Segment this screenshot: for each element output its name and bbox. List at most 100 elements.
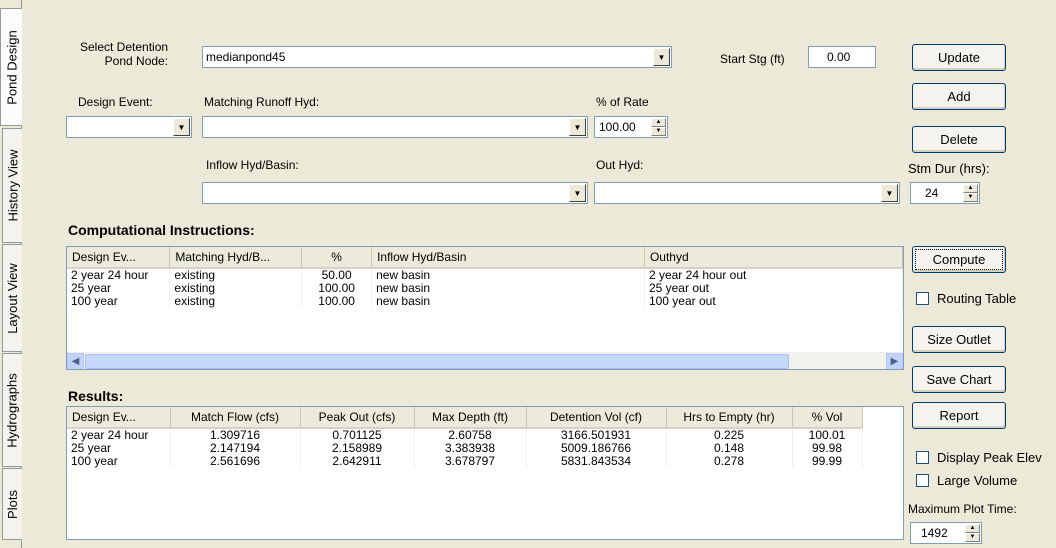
- column-header[interactable]: Inflow Hyd/Basin: [371, 247, 645, 269]
- report-button[interactable]: Report: [912, 402, 1006, 429]
- tab-hydrographs[interactable]: Hydrographs: [2, 353, 22, 467]
- cell: 5831.843534: [526, 455, 667, 468]
- display-peak-checkbox[interactable]: Display Peak Elev: [916, 450, 1042, 465]
- cell: existing: [169, 268, 303, 282]
- large-volume-checkbox[interactable]: Large Volume: [916, 473, 1017, 488]
- checkbox-box[interactable]: [916, 451, 929, 464]
- start-stg-value: 0.00: [827, 50, 851, 64]
- cell: 3166.501931: [526, 428, 667, 442]
- add-button[interactable]: Add: [912, 83, 1006, 110]
- rate-stepper[interactable]: 100.00 ▲ ▼: [594, 116, 668, 138]
- tab-label: Pond Design: [4, 29, 20, 105]
- scroll-left-icon[interactable]: ◀: [67, 353, 84, 369]
- column-header[interactable]: Detention Vol (cf): [526, 407, 667, 429]
- column-header[interactable]: Peak Out (cfs): [300, 407, 415, 429]
- chevron-down-icon[interactable]: ▼: [569, 184, 586, 202]
- cell: 100 year out: [644, 295, 903, 308]
- table-row[interactable]: 100 year 2.561696 2.642911 3.678797 5831.843…: [67, 455, 863, 468]
- tab-plots[interactable]: Plots: [2, 468, 22, 540]
- update-button[interactable]: Update: [912, 44, 1006, 71]
- pond-design-panel: Select Detention Pond Node: medianpond45…: [22, 0, 1056, 548]
- cell: 99.99: [792, 455, 863, 468]
- checkbox-label: Routing Table: [937, 291, 1017, 306]
- cell: 2.60758: [414, 428, 527, 442]
- chevron-down-icon[interactable]: ▼: [173, 118, 190, 136]
- updown-icon[interactable]: ▲ ▼: [963, 184, 978, 202]
- cell: 2 year 24 hour: [67, 428, 171, 442]
- results-title: Results:: [68, 388, 124, 404]
- cell: 1.309716: [170, 428, 301, 442]
- start-stg-input[interactable]: 0.00: [808, 46, 876, 68]
- table-row[interactable]: 2 year 24 hour 1.309716 0.701125 2.60758 316…: [67, 428, 863, 442]
- cell: 100.00: [301, 295, 373, 308]
- matching-runoff-select[interactable]: ▼: [202, 116, 588, 138]
- stm-dur-stepper[interactable]: 24 ▲ ▼: [910, 182, 980, 204]
- rate-label: % of Rate: [596, 95, 649, 109]
- select-pond-label: Select Detention Pond Node:: [80, 40, 168, 68]
- inflow-select[interactable]: ▼: [202, 182, 588, 204]
- tab-label: Hydrographs: [5, 372, 20, 448]
- cell: 0.225: [666, 428, 793, 442]
- max-plot-label: Maximum Plot Time:: [908, 502, 1017, 516]
- design-event-select[interactable]: ▼: [66, 116, 192, 138]
- column-header[interactable]: % Vol: [792, 407, 863, 429]
- column-header[interactable]: Outhyd: [644, 247, 903, 269]
- cell: 0.701125: [300, 428, 415, 442]
- updown-icon[interactable]: ▲ ▼: [651, 118, 666, 136]
- column-header[interactable]: Design Ev...: [67, 247, 171, 269]
- instructions-title: Computational Instructions:: [68, 222, 255, 238]
- out-hyd-label: Out Hyd:: [596, 158, 644, 172]
- chevron-down-icon[interactable]: ▼: [569, 118, 586, 136]
- column-header[interactable]: Max Depth (ft): [414, 407, 527, 429]
- cell: 3.678797: [414, 455, 527, 468]
- max-plot-stepper[interactable]: 1492 ▲ ▼: [910, 522, 982, 544]
- checkbox-box[interactable]: [916, 292, 929, 305]
- pond-node-select[interactable]: medianpond45 ▼: [202, 46, 672, 68]
- cell: 2 year 24 hour out: [644, 268, 903, 282]
- instructions-table[interactable]: Design Ev... Matching Hyd/B... % Inflow …: [66, 246, 904, 370]
- out-hyd-select[interactable]: ▼: [594, 182, 900, 204]
- column-header[interactable]: Match Flow (cfs): [170, 407, 301, 429]
- tab-history-view[interactable]: History View: [2, 128, 22, 243]
- scroll-right-icon[interactable]: ▶: [886, 353, 903, 369]
- chevron-down-icon[interactable]: ▼: [881, 184, 898, 202]
- horizontal-scrollbar[interactable]: ◀ ▶: [67, 352, 903, 369]
- table-header-row: Design Ev... Match Flow (cfs) Peak Out (…: [67, 407, 863, 429]
- save-chart-button[interactable]: Save Chart: [912, 366, 1006, 393]
- column-header[interactable]: Hrs to Empty (hr): [666, 407, 793, 429]
- routing-table-checkbox[interactable]: Routing Table: [916, 291, 1016, 306]
- cell: new basin: [371, 295, 645, 308]
- cell: new basin: [371, 268, 645, 282]
- table-row[interactable]: 100 year existing 100.00 new basin 100 year …: [67, 295, 903, 308]
- tab-pond-design[interactable]: Pond Design: [0, 8, 23, 126]
- compute-button[interactable]: Compute: [912, 246, 1006, 273]
- checkbox-label: Large Volume: [937, 473, 1018, 488]
- tab-layout-view[interactable]: Layout View: [2, 244, 22, 352]
- column-header[interactable]: Design Ev...: [67, 407, 171, 429]
- vertical-tab-strip: Pond Design History View Layout View Hyd…: [0, 0, 23, 548]
- start-stg-label: Start Stg (ft): [720, 52, 785, 66]
- cell: 2.561696: [170, 455, 301, 468]
- tab-label: Plots: [5, 489, 20, 519]
- rate-value: 100.00: [599, 120, 636, 134]
- column-header[interactable]: %: [301, 247, 373, 269]
- table-header-row: Design Ev... Matching Hyd/B... % Inflow …: [67, 247, 903, 269]
- cell: 50.00: [301, 268, 373, 282]
- design-event-label: Design Event:: [78, 95, 153, 109]
- table-row[interactable]: 2 year 24 hour existing 50.00 new basin 2 ye…: [67, 268, 903, 282]
- scroll-thumb[interactable]: [85, 354, 789, 369]
- cell: 100 year: [67, 295, 171, 308]
- stm-dur-value: 24: [925, 186, 939, 200]
- chevron-down-icon[interactable]: ▼: [653, 48, 670, 66]
- updown-icon[interactable]: ▲ ▼: [965, 524, 980, 542]
- checkbox-box[interactable]: [916, 474, 929, 487]
- cell: 0.278: [666, 455, 793, 468]
- inflow-label: Inflow Hyd/Basin:: [206, 158, 299, 172]
- results-table[interactable]: Design Ev... Match Flow (cfs) Peak Out (…: [66, 406, 904, 540]
- size-outlet-button[interactable]: Size Outlet: [912, 326, 1006, 353]
- max-plot-value: 1492: [921, 526, 948, 540]
- delete-button[interactable]: Delete: [912, 126, 1006, 153]
- checkbox-label: Display Peak Elev: [937, 450, 1042, 465]
- column-header[interactable]: Matching Hyd/B...: [169, 247, 303, 269]
- pond-node-value: medianpond45: [206, 50, 286, 64]
